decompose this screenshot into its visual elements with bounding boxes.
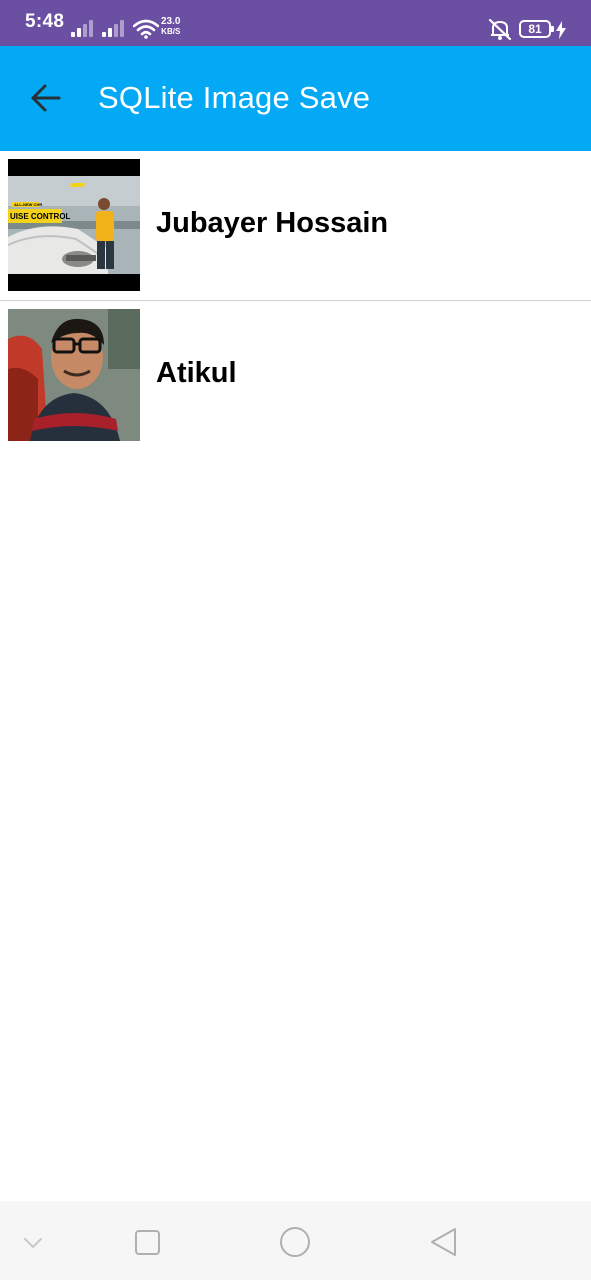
wifi-icon [133, 19, 159, 39]
recents-square-icon[interactable] [127, 1223, 167, 1263]
list-item-name: Atikul [156, 357, 237, 389]
status-time: 5:48 [25, 11, 65, 32]
list-item[interactable]: Atikul [0, 301, 591, 450]
system-nav-bar [0, 1201, 591, 1280]
svg-text:ALL-NEW CHR: ALL-NEW CHR [14, 202, 42, 207]
signal-icon [102, 19, 126, 37]
svg-text:UISE CONTROL: UISE CONTROL [10, 212, 71, 221]
signal-icon [71, 19, 95, 37]
mute-icon [488, 18, 512, 41]
back-button[interactable] [22, 74, 70, 122]
photo-selfie-man-glasses [8, 309, 140, 441]
status-bar: 5:48 23.0 KB/S 81 [0, 0, 591, 46]
home-circle-icon[interactable] [275, 1223, 315, 1263]
network-speed-unit: KB/S [161, 27, 181, 36]
chevron-down-icon[interactable] [13, 1223, 53, 1263]
battery-icon: 81 [519, 20, 554, 38]
list-item-name: Jubayer Hossain [156, 207, 389, 239]
network-speed: 23.0 KB/S [161, 17, 180, 37]
app-bar: SQLite Image Save [0, 46, 591, 151]
charging-icon [556, 21, 566, 39]
network-speed-value: 23.0 [161, 16, 181, 27]
page-title: SQLite Image Save [98, 80, 371, 115]
image-list: UISE CONTROL ALL-NEW CHR Jubayer Hossain [0, 151, 591, 450]
back-triangle-icon[interactable] [423, 1223, 463, 1263]
arrow-left-icon [31, 84, 61, 112]
list-item[interactable]: UISE CONTROL ALL-NEW CHR Jubayer Hossain [0, 151, 591, 301]
photo-man-with-car: UISE CONTROL ALL-NEW CHR [8, 159, 140, 291]
